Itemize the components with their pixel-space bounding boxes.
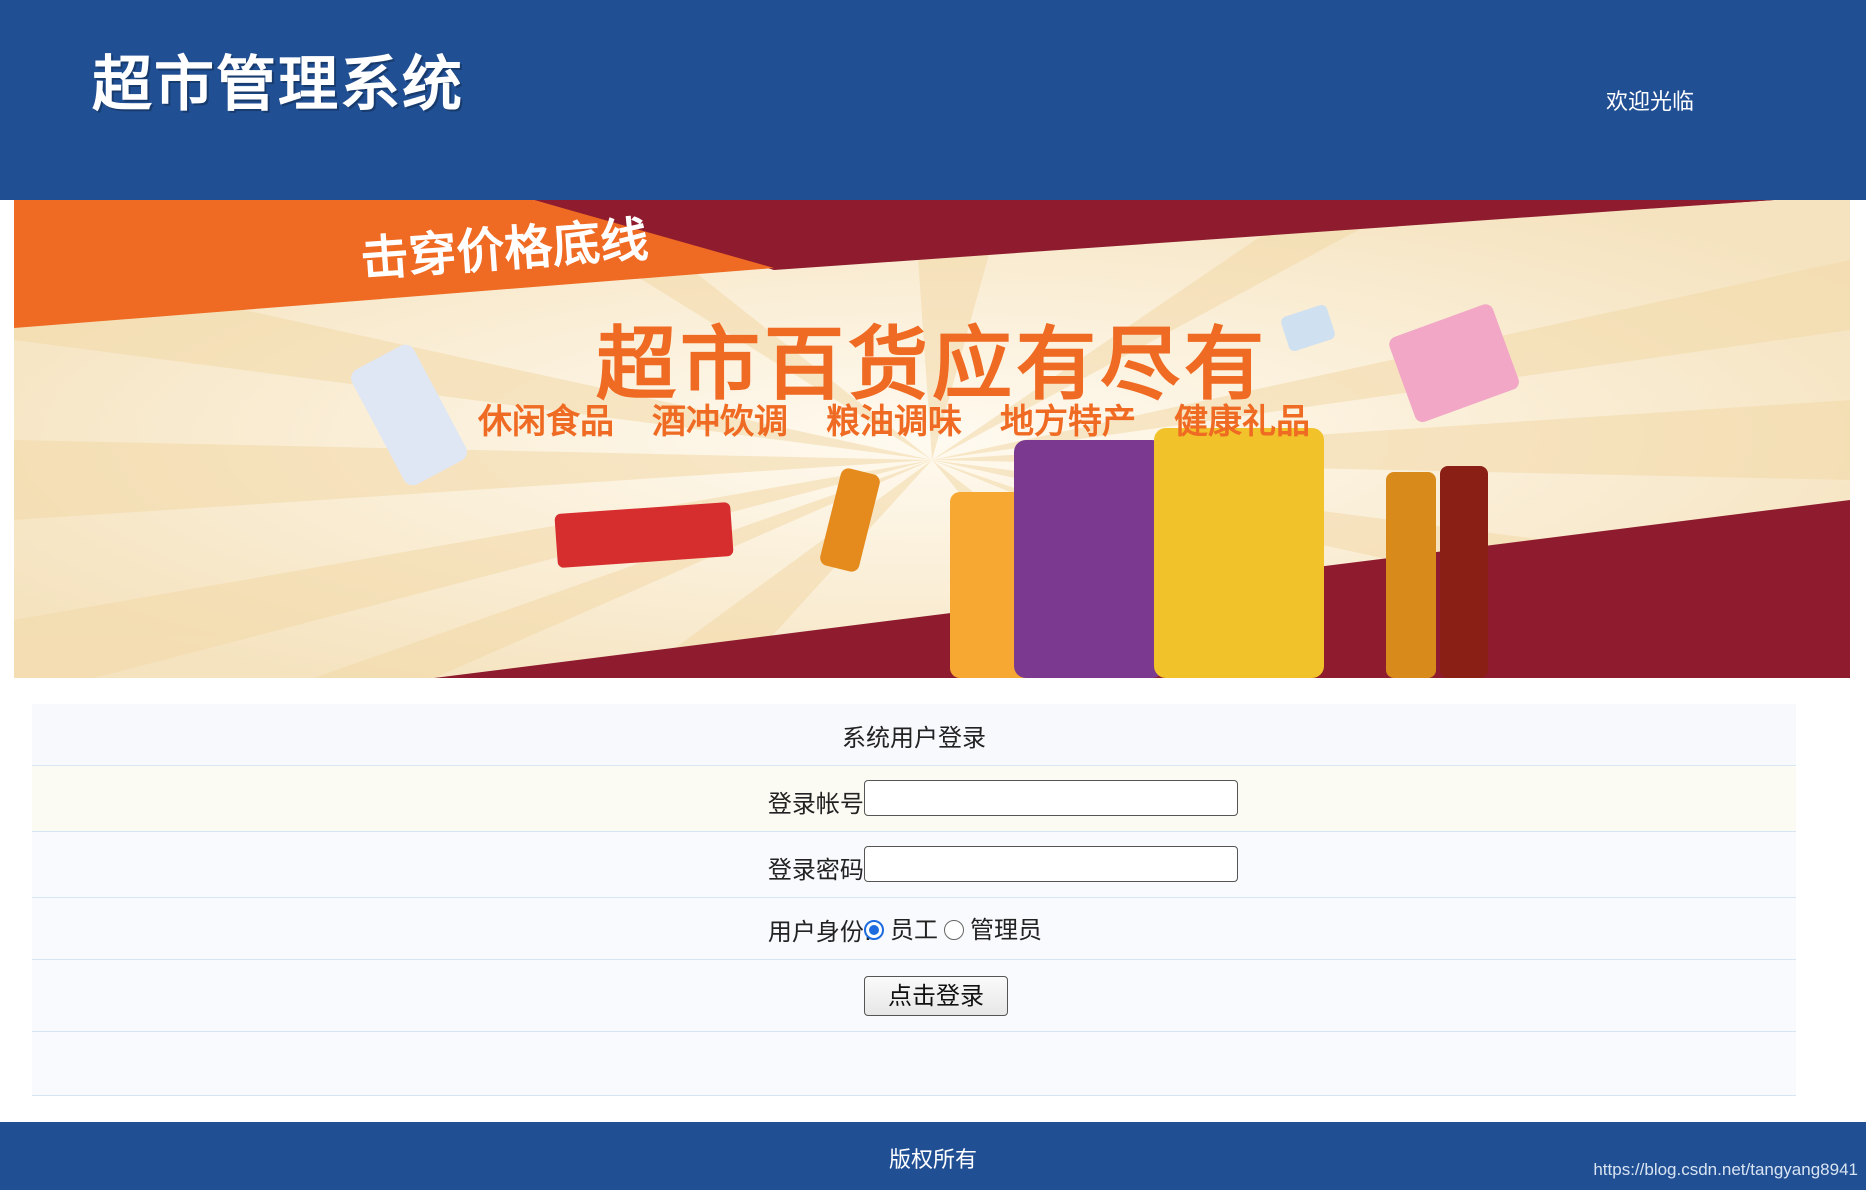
page-header: 超市管理系统 欢迎光临 [0,0,1866,200]
identity-radio-group: 员工 管理员 [864,910,1048,945]
banner-categories: 休闲食品 酒冲饮调 粮油调味 地方特产 健康礼品 [478,394,1310,443]
submit-row: 点击登录 [32,960,1796,1032]
account-input[interactable] [864,780,1238,816]
radio-admin[interactable] [944,919,964,940]
page-footer: 版权所有 https://blog.csdn.net/tangyang8941 [0,1122,1866,1190]
app-title: 超市管理系统 [92,50,464,120]
radio-admin-label[interactable]: 管理员 [970,910,1042,945]
identity-label: 用户身份: [767,918,872,946]
account-row: 登录帐号: [32,766,1796,832]
banner-category: 地方特产 [1000,402,1136,442]
copyright-text: 版权所有 [888,1148,977,1173]
empty-row [32,1032,1796,1096]
banner-category: 酒冲饮调 [652,402,788,442]
radio-employee[interactable] [864,919,884,940]
login-form-header: 系统用户登录 [32,704,1796,766]
login-button[interactable]: 点击登录 [864,976,1008,1016]
login-title: 系统用户登录 [842,724,986,752]
password-input[interactable] [864,846,1238,882]
watermark-url: https://blog.csdn.net/tangyang8941 [1593,1160,1858,1179]
identity-row: 用户身份: 员工 管理员 [32,898,1796,960]
account-label: 登录帐号: [767,790,872,818]
banner-category: 粮油调味 [826,402,962,442]
password-label: 登录密码: [767,856,872,884]
radio-employee-label[interactable]: 员工 [890,910,938,945]
welcome-text: 欢迎光临 [1606,90,1695,115]
password-row: 登录密码: [32,832,1796,898]
banner-category: 休闲食品 [478,402,614,442]
promo-banner: 击穿价格底线 超市百货应有尽有 休闲食品 酒冲饮调 粮油调味 地方特产 健康礼品 [14,200,1850,678]
login-form: 系统用户登录 登录帐号: 登录密码: 用户身份: 员工 管理员 点击登录 [32,704,1796,1096]
banner-category: 健康礼品 [1174,402,1310,442]
